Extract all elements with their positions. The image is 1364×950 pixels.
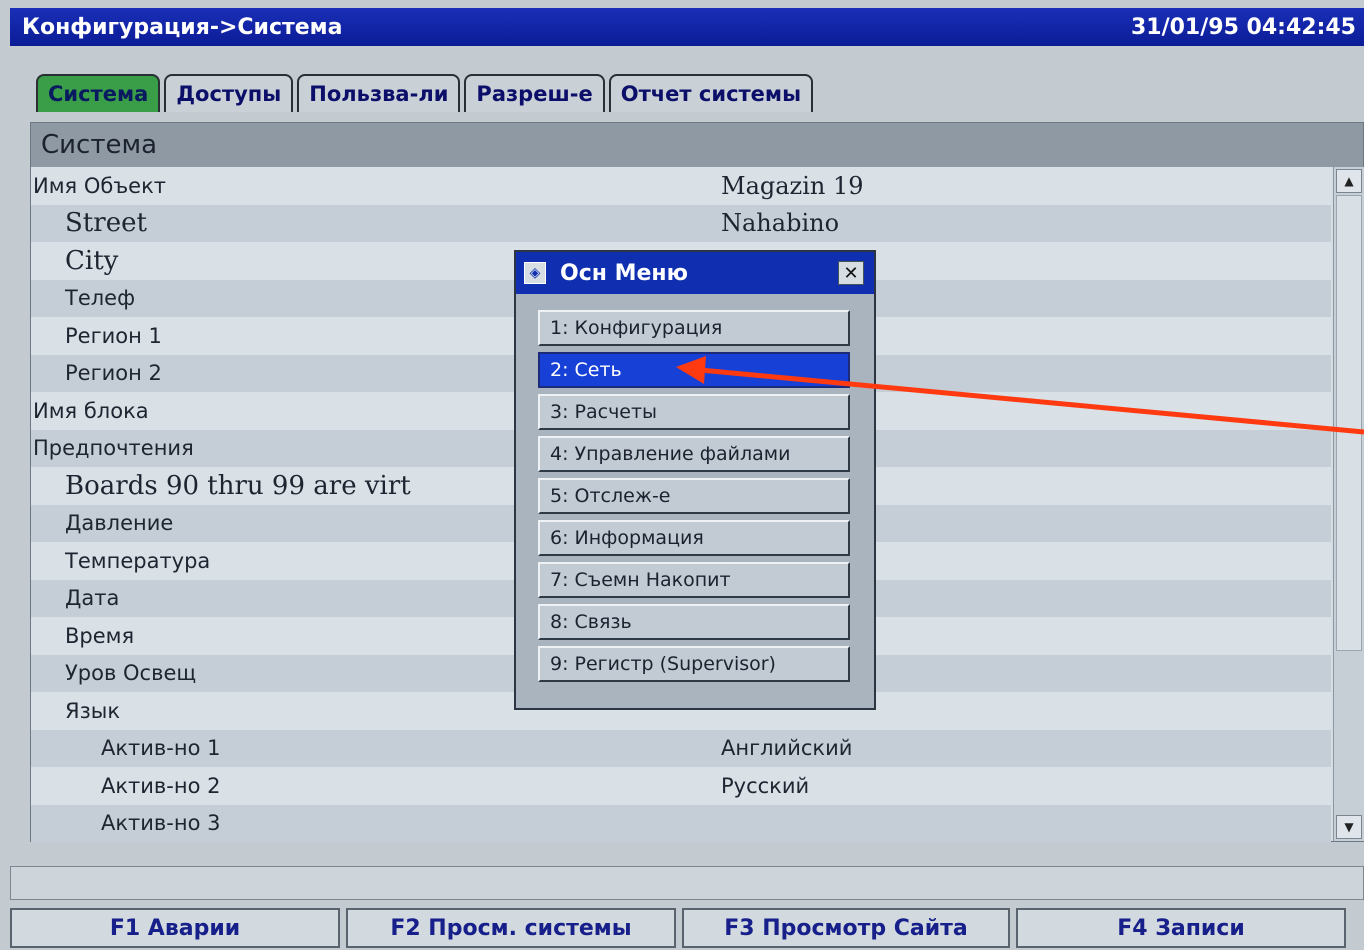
row-label: Актив-но 2 <box>101 773 221 798</box>
f1-alarms-button[interactable]: F1 Аварии <box>10 908 340 948</box>
function-key-bar: F1 Аварии F2 Просм. системы F3 Просмотр … <box>10 908 1346 948</box>
row-label: Актив-но 1 <box>101 736 221 761</box>
tab-bar: Система Доступы Пользва-ли Разреш-е Отче… <box>36 74 817 112</box>
row-label: Актив-но 3 <box>101 811 221 836</box>
f2-system-view-button[interactable]: F2 Просм. системы <box>346 908 676 948</box>
row-value: Nahabino <box>721 209 840 238</box>
row-label: Boards 90 thru 99 are virt <box>65 470 411 501</box>
scroll-down-icon[interactable]: ▼ <box>1336 815 1362 839</box>
row-label: Регион 1 <box>65 323 162 348</box>
settings-row-site-name[interactable]: Имя Объект Magazin 19 <box>31 167 1331 205</box>
row-label: Street <box>65 208 147 239</box>
row-label: Давление <box>65 511 174 536</box>
settings-row-active-2[interactable]: Актив-но 2 Русский <box>31 767 1331 805</box>
settings-row-street[interactable]: Street Nahabino <box>31 204 1331 242</box>
row-label: Телеф <box>65 286 136 311</box>
row-label: Уров Освещ <box>65 661 197 686</box>
panel-title: Система <box>31 123 1363 167</box>
menu-item-information[interactable]: 6: Информация <box>538 520 850 556</box>
menu-item-register-supervisor[interactable]: 9: Регистр (Supervisor) <box>538 646 850 682</box>
tab-system[interactable]: Система <box>36 74 161 112</box>
scroll-up-icon[interactable]: ▲ <box>1336 169 1362 193</box>
row-label: Температура <box>65 548 211 573</box>
menu-item-tracking[interactable]: 5: Отслеж-е <box>538 478 850 514</box>
main-menu-dialog: ◈ Осн Меню ✕ 1: Конфигурация 2: Сеть 3: … <box>514 250 876 710</box>
menu-item-removable-storage[interactable]: 7: Съемн Накопит <box>538 562 850 598</box>
vertical-scrollbar[interactable]: ▲ ▼ <box>1333 167 1364 841</box>
menu-item-network[interactable]: 2: Сеть <box>538 352 850 388</box>
menu-item-file-management[interactable]: 4: Управление файлами <box>538 436 850 472</box>
tab-access[interactable]: Доступы <box>164 74 294 112</box>
tab-users[interactable]: Пользва-ли <box>297 74 461 112</box>
f3-site-view-button[interactable]: F3 Просмотр Сайта <box>682 908 1010 948</box>
menu-item-communication[interactable]: 8: Связь <box>538 604 850 640</box>
row-label: Имя блока <box>33 398 149 423</box>
settings-row-active-1[interactable]: Актив-но 1 Английский <box>31 729 1331 767</box>
menu-item-configuration[interactable]: 1: Конфигурация <box>538 310 850 346</box>
status-bar <box>10 866 1364 900</box>
tab-system-report[interactable]: Отчет системы <box>608 74 814 112</box>
menu-item-calculations[interactable]: 3: Расчеты <box>538 394 850 430</box>
row-label: Регион 2 <box>65 361 162 386</box>
row-label: Язык <box>65 698 121 723</box>
title-bar: Конфигурация->Система 31/01/95 04:42:45 <box>10 8 1364 46</box>
scrollbar-thumb[interactable] <box>1336 195 1362 651</box>
row-value: Русский <box>721 773 810 798</box>
datetime-display: 31/01/95 04:42:45 <box>1130 14 1356 40</box>
row-label: Предпочтения <box>33 436 194 461</box>
main-menu-title-bar: ◈ Осн Меню ✕ <box>516 252 874 294</box>
row-label: Дата <box>65 586 120 611</box>
breadcrumb: Конфигурация->Система <box>22 14 343 40</box>
f4-logs-button[interactable]: F4 Записи <box>1016 908 1346 948</box>
row-value: Английский <box>721 736 853 761</box>
row-label: City <box>65 245 119 276</box>
row-value: Magazin 19 <box>721 171 864 200</box>
tab-permissions[interactable]: Разреш-е <box>464 74 605 112</box>
app-icon[interactable]: ◈ <box>524 262 546 284</box>
row-label: Имя Объект <box>33 173 167 198</box>
close-icon[interactable]: ✕ <box>838 261 864 285</box>
row-label: Время <box>65 623 135 648</box>
main-menu-title: Осн Меню <box>560 260 689 286</box>
settings-row-active-3[interactable]: Актив-но 3 <box>31 804 1331 842</box>
